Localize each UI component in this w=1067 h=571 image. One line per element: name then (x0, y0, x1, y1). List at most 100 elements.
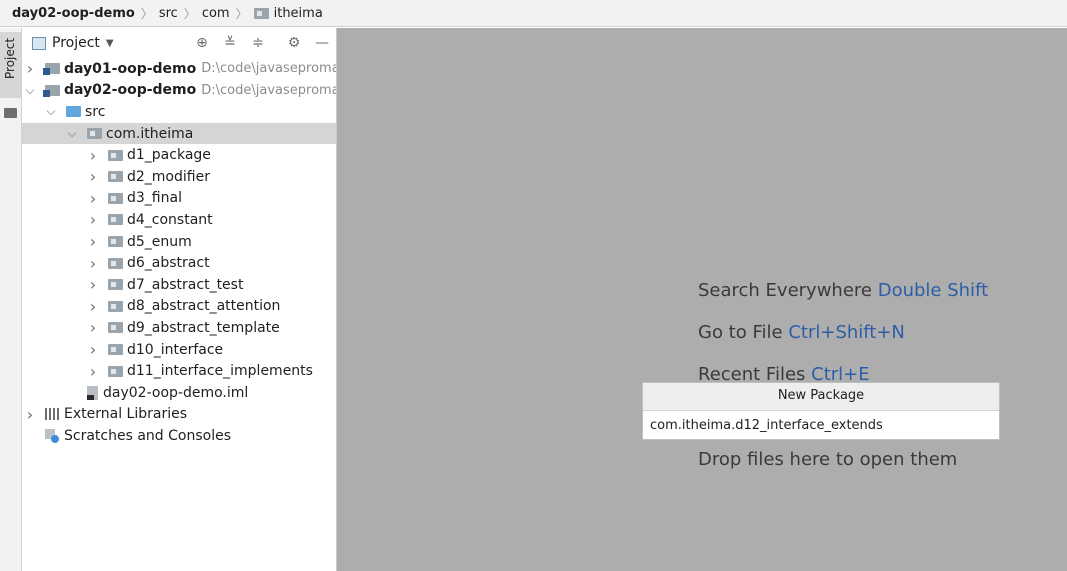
tree-row-label: d3_final (127, 190, 182, 207)
scratches-icon (45, 428, 59, 443)
tree-row-content: d2_modifier (108, 169, 210, 185)
tree-row-label: day01-oop-demo (64, 60, 197, 77)
tree-row[interactable]: › d9_abstract_template (22, 317, 336, 339)
project-tree: › day01-oop-demo D:\code\javasepromax\ ⌵ day… (22, 58, 337, 447)
tree-row-label: com.itheima (106, 125, 194, 142)
tree-row[interactable]: day02-oop-demo.iml (22, 382, 336, 404)
package-icon (108, 365, 123, 377)
breadcrumb-com[interactable]: com (202, 6, 230, 21)
tree-row[interactable]: › External Libraries (22, 404, 336, 426)
tree-row[interactable]: › d2_modifier (22, 166, 336, 188)
package-icon (87, 128, 102, 140)
tree-row-content: d3_final (108, 190, 182, 206)
tree-row[interactable]: › d6_abstract (22, 252, 336, 274)
tree-row-label: Scratches and Consoles (64, 427, 231, 444)
chevron-right-icon[interactable]: › (87, 275, 99, 294)
chevron-right-icon[interactable]: › (87, 297, 99, 316)
tree-row-path: D:\code\javasepromax\ (201, 61, 337, 77)
breadcrumb-itheima-label: itheima (273, 5, 323, 21)
chevron-right-icon[interactable]: › (24, 405, 36, 424)
tree-row-content: day02-oop-demo D:\code\javasepromax\ (43, 82, 336, 98)
expand-all-icon[interactable]: ≚ (222, 35, 238, 51)
project-view-icon (32, 36, 46, 50)
tree-row-label: d11_interface_implements (127, 363, 313, 380)
tree-row-content: com.itheima (87, 126, 193, 142)
tree-row[interactable]: › d7_abstract_test (22, 274, 336, 296)
package-icon (108, 214, 123, 226)
gear-icon[interactable]: ⚙ (286, 35, 302, 51)
tree-row-label: External Libraries (64, 406, 187, 423)
chevron-down-icon[interactable]: ⌵ (66, 126, 78, 141)
locate-icon[interactable]: ⊕ (194, 35, 210, 51)
tree-row[interactable]: › d4_constant (22, 209, 336, 231)
tree-row[interactable]: › d11_interface_implements (22, 360, 336, 382)
breadcrumb-separator: 〉 (140, 6, 153, 21)
hint-text: Search Everywhere (698, 280, 878, 301)
project-tool-tab[interactable]: Project (0, 32, 21, 98)
chevron-down-icon[interactable]: ⌵ (24, 83, 36, 98)
tree-row[interactable]: › d5_enum (22, 231, 336, 253)
tree-row-label: d7_abstract_test (127, 276, 244, 293)
tree-row[interactable]: ⌵ com.itheima (22, 122, 336, 145)
tree-row[interactable]: › d1_package (22, 144, 336, 166)
tree-row[interactable]: › d3_final (22, 188, 336, 210)
package-icon (108, 322, 123, 334)
tree-row[interactable]: › d8_abstract_attention (22, 296, 336, 318)
chevron-right-icon[interactable]: › (87, 189, 99, 208)
editor-empty-area[interactable]: Search Everywhere Double Shift Go to Fil… (337, 28, 1067, 571)
tree-row[interactable]: › d10_interface (22, 339, 336, 361)
tree-row-label: d6_abstract (127, 255, 210, 272)
tree-row-label: d8_abstract_attention (127, 298, 281, 315)
package-name-input[interactable] (643, 411, 999, 439)
breadcrumb-src[interactable]: src (159, 6, 178, 21)
module-folder-icon (43, 63, 60, 76)
chevron-down-icon: ▼ (105, 37, 114, 49)
hint-drop-files: Drop files here to open them (698, 449, 957, 470)
libraries-icon (45, 408, 59, 421)
source-folder-icon (66, 106, 81, 118)
package-icon (108, 192, 123, 204)
tree-row-content: d10_interface (108, 342, 223, 358)
chevron-right-icon[interactable]: › (87, 167, 99, 186)
chevron-right-icon[interactable]: › (87, 232, 99, 251)
chevron-right-icon[interactable]: › (24, 59, 36, 78)
tree-row-content: d4_constant (108, 212, 213, 228)
tree-row[interactable]: ⌵ day02-oop-demo D:\code\javasepromax\ (22, 80, 336, 102)
tree-row-content: day02-oop-demo.iml (87, 385, 248, 401)
tree-row-content: d9_abstract_template (108, 320, 280, 336)
breadcrumb-itheima[interactable]: itheima (253, 5, 323, 21)
hint-shortcut: Double Shift (877, 280, 989, 301)
chevron-down-icon[interactable]: ⌵ (45, 104, 57, 119)
hint-text: Drop files here to open them (698, 449, 958, 470)
breadcrumb-project[interactable]: day02-oop-demo (12, 6, 135, 21)
package-icon (108, 236, 123, 248)
tree-row[interactable]: Scratches and Consoles (22, 425, 336, 447)
chevron-right-icon[interactable]: › (87, 146, 99, 165)
navigation-bar: day02-oop-demo 〉 src 〉 com 〉 itheima (0, 0, 1067, 27)
hide-icon[interactable]: — (314, 35, 330, 51)
new-package-dialog: New Package (642, 382, 1000, 440)
tree-row-content: src (66, 104, 105, 120)
module-folder-icon (43, 84, 60, 97)
tree-row-content: d1_package (108, 147, 211, 163)
tree-row-label: d1_package (127, 147, 211, 164)
dialog-title: New Package (643, 383, 999, 411)
folder-icon[interactable] (4, 108, 17, 118)
chevron-right-icon[interactable]: › (87, 254, 99, 273)
chevron-right-icon[interactable]: › (87, 362, 99, 381)
tree-row[interactable]: › day01-oop-demo D:\code\javasepromax\ (22, 58, 337, 80)
project-panel-header: Project ▼ ⊕ ≚ ≑ ⚙ — (22, 28, 336, 58)
project-view-selector[interactable]: Project ▼ (32, 35, 114, 51)
chevron-right-icon[interactable]: › (87, 340, 99, 359)
tree-row-content: day01-oop-demo D:\code\javasepromax\ (43, 60, 337, 77)
tree-row[interactable]: ⌵ src (22, 101, 336, 123)
tree-row-content: Scratches and Consoles (45, 428, 231, 444)
tree-row-label: day02-oop-demo.iml (103, 384, 249, 401)
chevron-right-icon[interactable]: › (87, 318, 99, 337)
package-icon (108, 171, 123, 183)
tree-row-label: d5_enum (127, 233, 192, 250)
tree-row-content: d7_abstract_test (108, 277, 243, 293)
project-panel-title: Project (52, 35, 100, 51)
chevron-right-icon[interactable]: › (87, 210, 99, 229)
collapse-all-icon[interactable]: ≑ (250, 35, 266, 51)
